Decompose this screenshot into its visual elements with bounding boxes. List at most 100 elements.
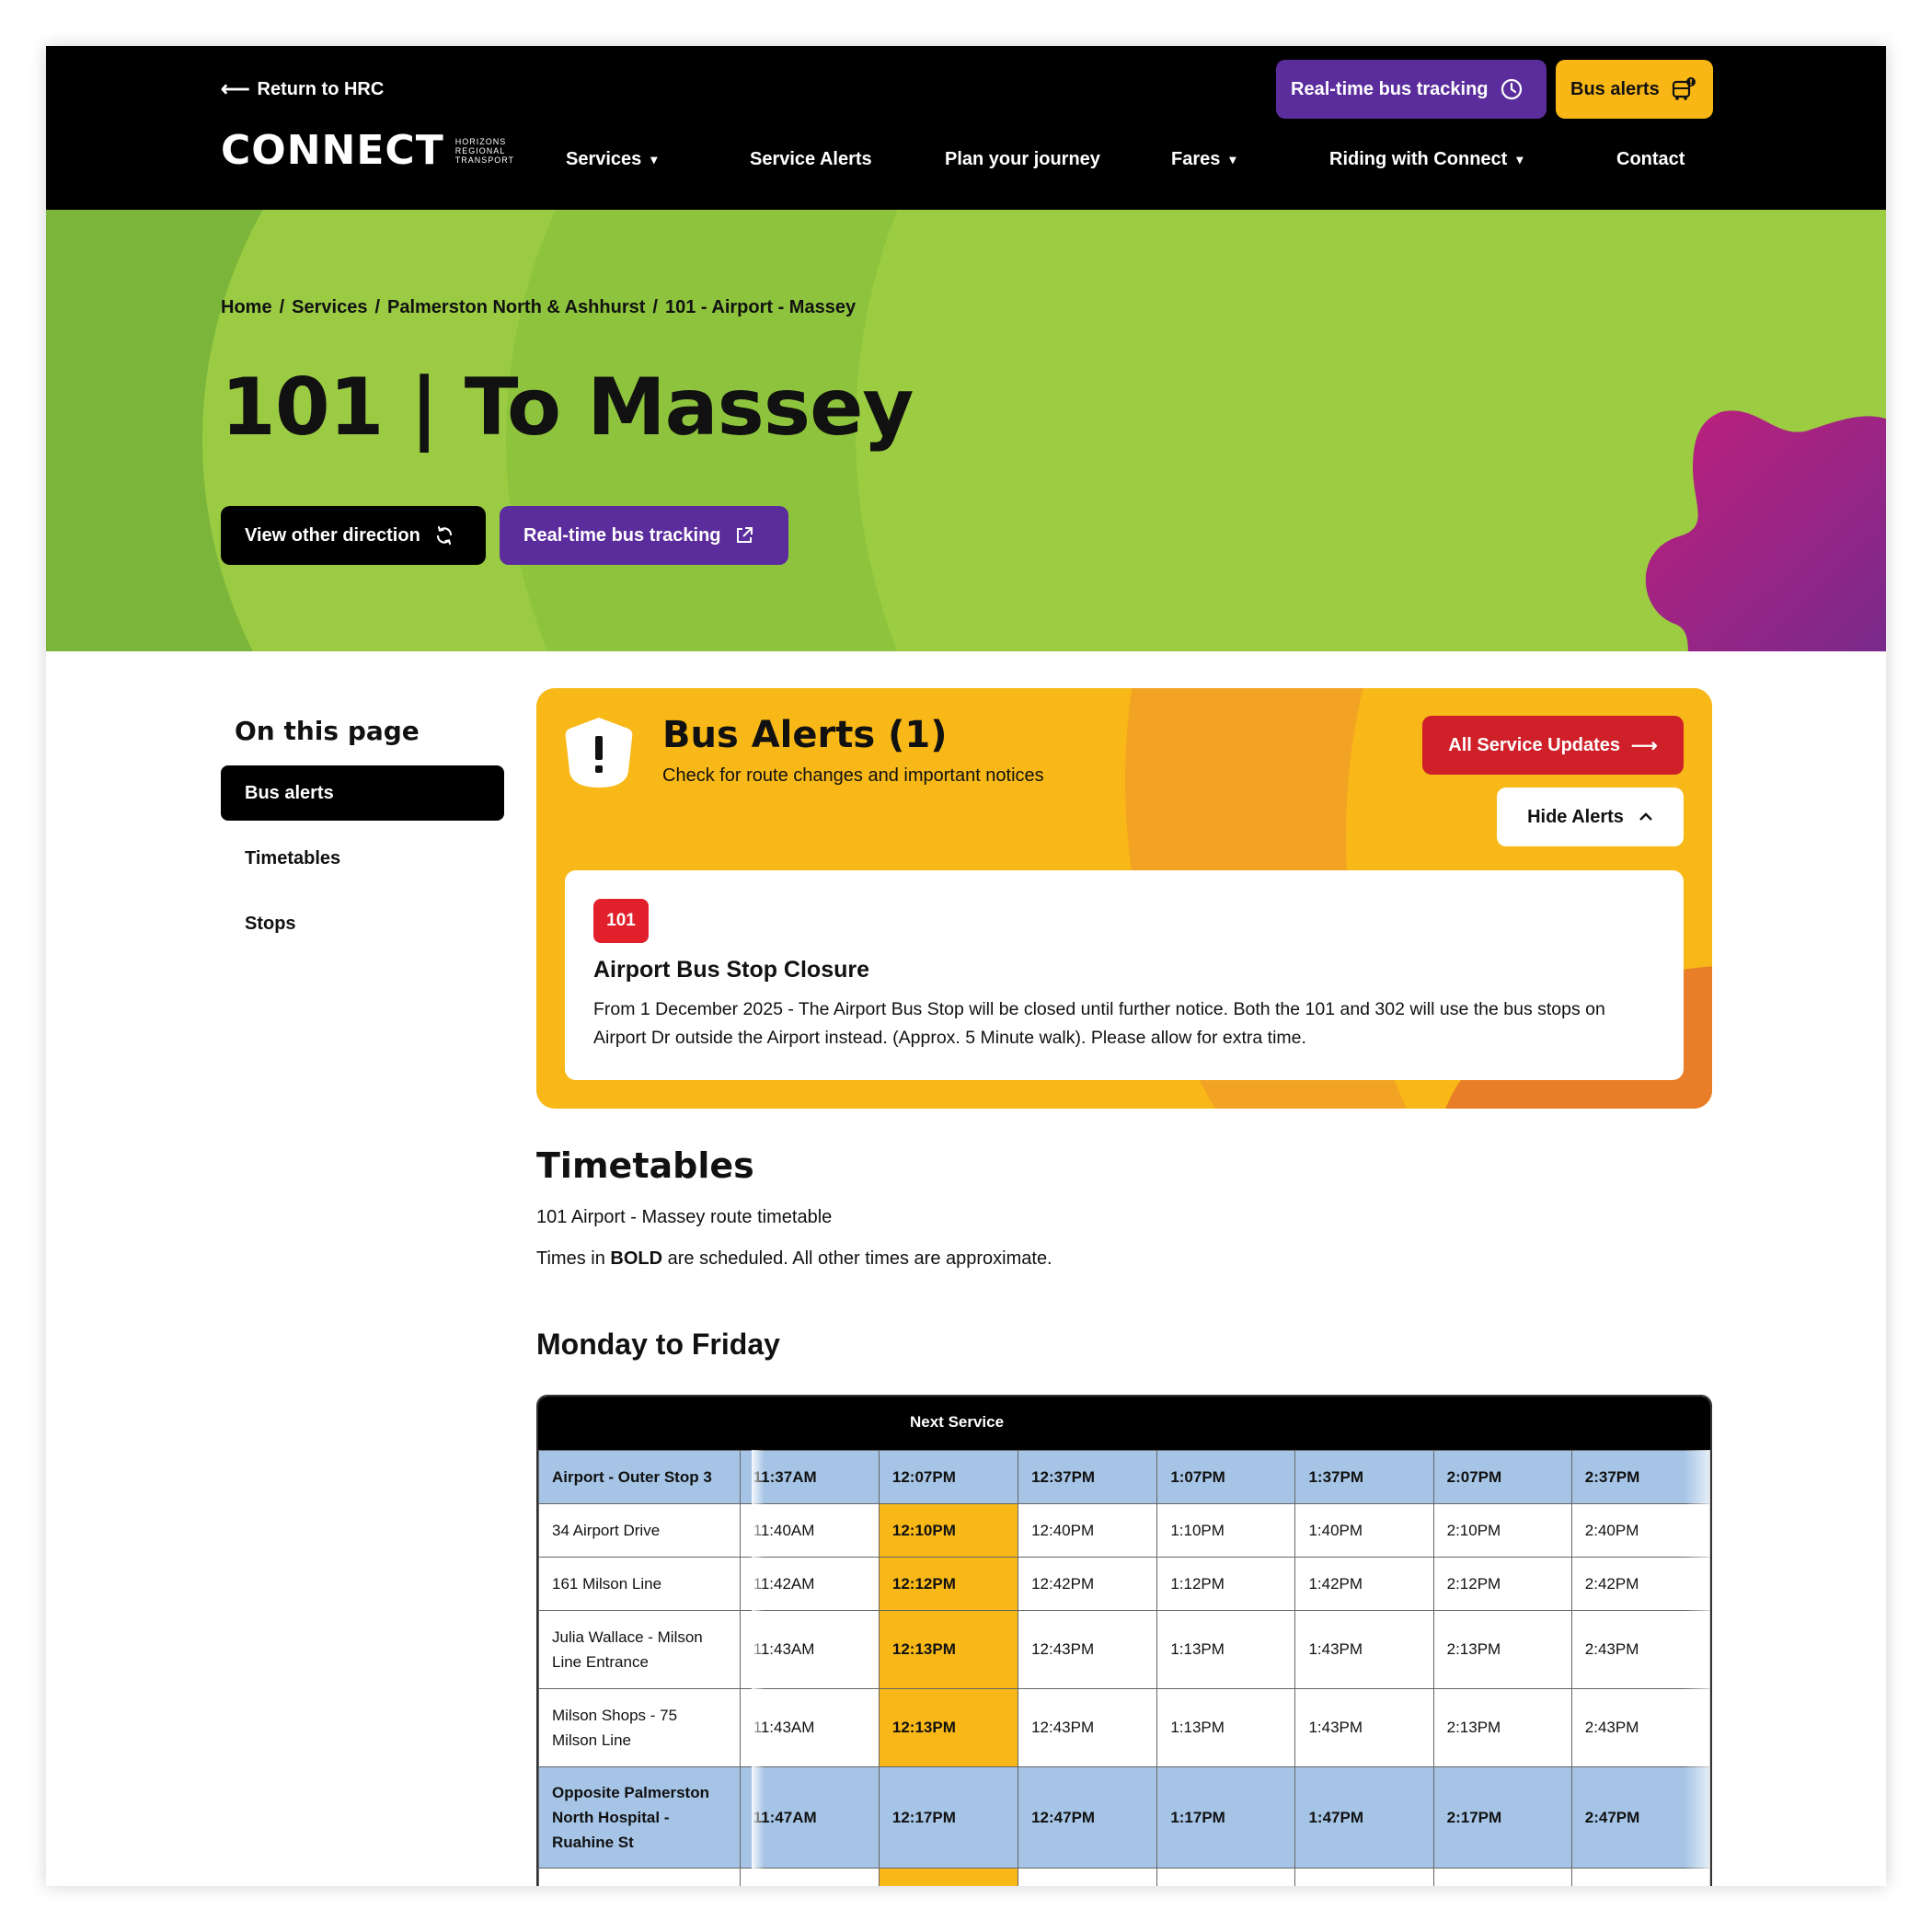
empty-cell xyxy=(878,1868,1019,1886)
time-cell: 12:43PM xyxy=(1018,1610,1158,1689)
time-cell: 2:12PM xyxy=(1432,1557,1572,1611)
table-row xyxy=(538,1868,1710,1886)
route-badge: 101 xyxy=(593,899,649,943)
breadcrumb-current: 101 - Airport - Massey xyxy=(664,297,857,317)
site-header: ⟵ Return to HRC CONNECT HORIZONS REGIONA… xyxy=(46,46,1886,210)
realtime-tracking-button[interactable]: Real-time bus tracking xyxy=(1276,60,1547,119)
empty-cell xyxy=(1294,1868,1434,1886)
table-row: Milson Shops - 75 Milson Line 11:43AM 12:1… xyxy=(538,1688,1710,1767)
bus-alerts-button[interactable]: Bus alerts xyxy=(1556,60,1713,119)
main-nav: Services ▾ Service Alerts Plan your jour… xyxy=(566,149,1708,170)
table-row: 34 Airport Drive 11:40AM 12:10PM 12:40PM 1:1… xyxy=(538,1503,1710,1558)
time-cell: 2:17PM xyxy=(1432,1766,1572,1869)
refresh-icon xyxy=(436,525,452,546)
time-cell: 1:13PM xyxy=(1156,1610,1296,1689)
stop-name-cell: Milson Shops - 75 Milson Line xyxy=(538,1688,741,1767)
nav-fares[interactable]: Fares ▾ xyxy=(1171,149,1329,170)
timetable-header: Next Service xyxy=(538,1397,1710,1450)
breadcrumb-services[interactable]: Services xyxy=(292,297,367,318)
time-cell: 12:13PM xyxy=(878,1688,1019,1767)
bus-alerts-subtitle: Check for route changes and important no… xyxy=(662,765,1044,786)
connect-logo[interactable]: CONNECT HORIZONS REGIONAL TRANSPORT xyxy=(221,127,529,174)
bus-alerts-title: Bus Alerts (1) xyxy=(662,714,948,756)
page-title: 101 | To Massey xyxy=(221,362,914,454)
on-this-page-title: On this page xyxy=(235,716,420,746)
time-cell: 12:37PM xyxy=(1018,1450,1158,1504)
all-service-updates-button[interactable]: All Service Updates ⟶ xyxy=(1422,716,1684,775)
stop-name-cell: Airport - Outer Stop 3 xyxy=(538,1450,741,1504)
time-cell: 1:13PM xyxy=(1156,1688,1296,1767)
time-cell: 1:37PM xyxy=(1294,1450,1434,1504)
empty-cell xyxy=(1432,1868,1572,1886)
stop-name-cell: Opposite Palmerston North Hospital - Rua… xyxy=(538,1766,741,1869)
time-cell: 12:17PM xyxy=(878,1766,1019,1869)
clock-icon xyxy=(1501,78,1522,100)
page-frame: ⟵ Return to HRC CONNECT HORIZONS REGIONA… xyxy=(46,46,1886,1886)
arrow-right-icon: ⟶ xyxy=(1631,735,1658,756)
arrow-left-icon: ⟵ xyxy=(221,77,250,100)
view-other-direction-button[interactable]: View other direction xyxy=(221,506,486,565)
nav-riding-with-connect[interactable]: Riding with Connect ▾ xyxy=(1329,149,1616,170)
empty-cell xyxy=(1156,1868,1296,1886)
hero-banner: Home / Services / Palmerston North & Ashhu… xyxy=(46,210,1886,651)
timetables-title: Timetables xyxy=(536,1145,754,1186)
chevron-down-icon: ▾ xyxy=(650,152,658,167)
nav-contact[interactable]: Contact xyxy=(1616,149,1708,170)
return-link-label: Return to HRC xyxy=(257,78,385,99)
alert-title: Airport Bus Stop Closure xyxy=(593,957,870,983)
hide-alerts-button[interactable]: Hide Alerts xyxy=(1497,788,1684,846)
day-heading: Monday to Friday xyxy=(536,1328,780,1361)
time-cell: 1:17PM xyxy=(1156,1766,1296,1869)
decorative-blob xyxy=(1645,410,1886,651)
time-cell: 12:10PM xyxy=(878,1503,1019,1558)
time-cell: 2:13PM xyxy=(1432,1688,1572,1767)
sidebar-item-stops[interactable]: Stops xyxy=(221,896,504,951)
empty-cell xyxy=(1018,1868,1158,1886)
table-row: Airport - Outer Stop 3 11:37AM 12:07PM 12:3… xyxy=(538,1450,1710,1504)
time-cell: 1:47PM xyxy=(1294,1766,1434,1869)
time-cell: 12:13PM xyxy=(878,1610,1019,1689)
time-cell: 2:13PM xyxy=(1432,1610,1572,1689)
timetable[interactable]: Next Service Airport - Outer Stop 3 11:37… xyxy=(536,1395,1712,1886)
breadcrumb-region[interactable]: Palmerston North & Ashhurst xyxy=(387,297,645,318)
chevron-down-icon: ▾ xyxy=(1516,152,1524,167)
stop-name-cell: 161 Milson Line xyxy=(538,1557,741,1611)
table-row: Opposite Palmerston North Hospital - Rua… xyxy=(538,1766,1710,1869)
time-cell: 1:10PM xyxy=(1156,1503,1296,1558)
return-link[interactable]: ⟵ Return to HRC xyxy=(221,77,384,101)
time-cell: 12:43PM xyxy=(1018,1688,1158,1767)
stop-name-cell: Julia Wallace - Milson Line Entrance xyxy=(538,1610,741,1689)
chevron-down-icon: ▾ xyxy=(1229,152,1236,167)
time-cell: 2:07PM xyxy=(1432,1450,1572,1504)
table-row: 161 Milson Line 11:42AM 12:12PM 12:42PM 1:12… xyxy=(538,1557,1710,1611)
logo-subtitle: HORIZONS REGIONAL TRANSPORT xyxy=(454,136,515,165)
time-cell: 1:07PM xyxy=(1156,1450,1296,1504)
time-cell: 1:43PM xyxy=(1294,1610,1434,1689)
time-cell: 1:42PM xyxy=(1294,1557,1434,1611)
time-cell: 1:12PM xyxy=(1156,1557,1296,1611)
sidebar-item-bus-alerts[interactable]: Bus alerts xyxy=(221,765,504,821)
realtime-tracking-external-button[interactable]: Real-time bus tracking xyxy=(500,506,788,565)
time-cell: 2:10PM xyxy=(1432,1503,1572,1558)
alert-shield-icon xyxy=(565,718,633,788)
timetable-description: 101 Airport - Massey route timetable xyxy=(536,1207,833,1227)
table-row: Julia Wallace - Milson Line Entrance 11:4… xyxy=(538,1610,1710,1689)
realtime-tracking-label: Real-time bus tracking xyxy=(1291,78,1489,99)
logo-wordmark: CONNECT xyxy=(221,127,444,174)
bus-alerts-label: Bus alerts xyxy=(1570,78,1660,99)
timetable-grid: Airport - Outer Stop 3 11:37AM 12:07PM 12:3… xyxy=(538,1450,1710,1886)
bus-alerts-panel: Bus Alerts (1) Check for route changes a… xyxy=(536,688,1712,1109)
time-cell: 12:12PM xyxy=(878,1557,1019,1611)
time-cell: 12:07PM xyxy=(878,1450,1019,1504)
timetable-note: Times in BOLD are scheduled. All other t… xyxy=(536,1248,1052,1269)
chevron-up-icon xyxy=(1639,812,1652,821)
time-cell: 12:47PM xyxy=(1018,1766,1158,1869)
sidebar-item-timetables[interactable]: Timetables xyxy=(221,831,504,886)
bus-alert-icon xyxy=(1672,77,1696,100)
breadcrumb-home[interactable]: Home xyxy=(221,297,272,318)
nav-service-alerts[interactable]: Service Alerts xyxy=(750,149,945,170)
breadcrumb: Home / Services / Palmerston North & Ashhu… xyxy=(221,297,857,318)
nav-plan-journey[interactable]: Plan your journey xyxy=(945,149,1171,170)
time-cell: 12:40PM xyxy=(1018,1503,1158,1558)
nav-services[interactable]: Services ▾ xyxy=(566,149,750,170)
